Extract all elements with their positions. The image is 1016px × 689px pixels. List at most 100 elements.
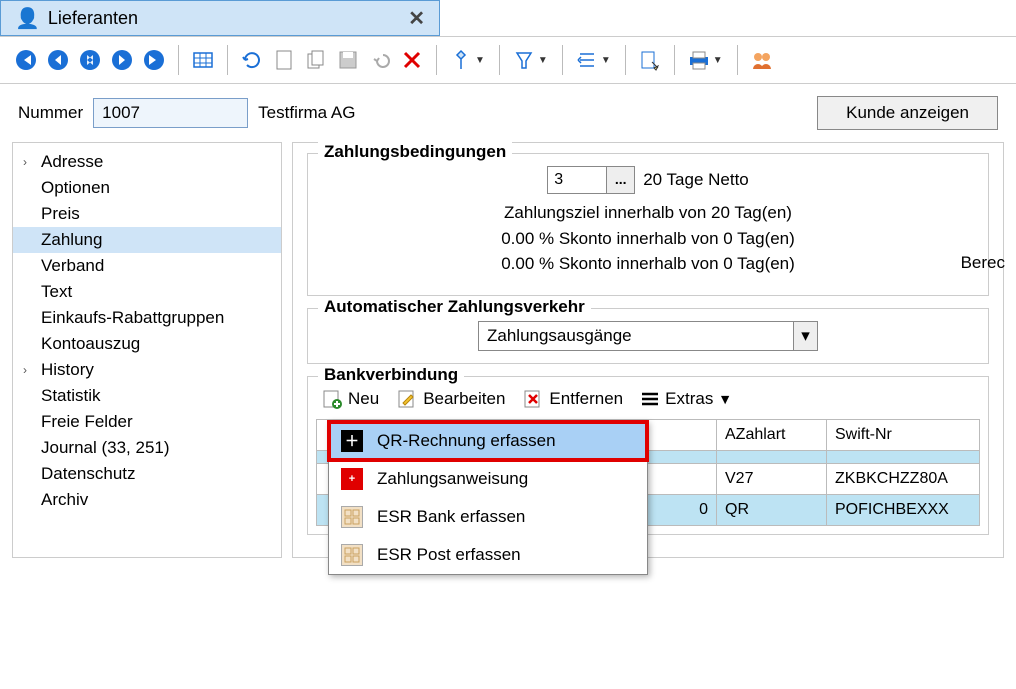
chevron-down-icon: ▾: [793, 322, 817, 350]
save-icon[interactable]: [334, 46, 362, 74]
refresh-icon[interactable]: [238, 46, 266, 74]
number-label: Nummer: [18, 103, 83, 123]
partial-text: Berec: [961, 253, 1005, 273]
nav-last-icon[interactable]: [140, 46, 168, 74]
dropdown-icon[interactable]: ▼: [601, 55, 611, 66]
new-dropdown-menu: ＋QR-Rechnung erfassen+Zahlungsanweisung E…: [328, 421, 648, 575]
chevron-right-icon: ›: [23, 155, 27, 169]
dropdown-icon[interactable]: ▼: [538, 55, 548, 66]
sidebar-item-label: Statistik: [41, 386, 101, 406]
indent-icon[interactable]: [573, 46, 601, 74]
print-icon[interactable]: [685, 46, 713, 74]
bank-extras-button[interactable]: Extras ▼: [641, 389, 732, 409]
show-customer-button[interactable]: Kunde anzeigen: [817, 96, 998, 130]
lookup-button[interactable]: ...: [607, 166, 635, 194]
table-cell: V27: [717, 463, 827, 494]
menu-item-qr-rechnung-erfassen[interactable]: ＋QR-Rechnung erfassen: [329, 422, 647, 460]
auto-payment-title: Automatischer Zahlungsverkehr: [318, 297, 591, 317]
menu-item-label: ESR Bank erfassen: [377, 507, 525, 527]
number-input[interactable]: [93, 98, 248, 128]
new-doc-icon[interactable]: [270, 46, 298, 74]
separator: [227, 45, 228, 75]
payment-terms-title: Zahlungsbedingungen: [318, 142, 512, 162]
sidebar-item-label: Datenschutz: [41, 464, 136, 484]
window-tab: 👤 Lieferanten ✕: [0, 0, 440, 36]
sidebar-item-kontoauszug[interactable]: Kontoauszug: [13, 331, 281, 357]
menu-item-esr-bank-erfassen[interactable]: ESR Bank erfassen: [329, 498, 647, 536]
nav-updown-icon[interactable]: [76, 46, 104, 74]
sidebar-item-text[interactable]: Text: [13, 279, 281, 305]
sidebar-item-datenschutz[interactable]: Datenschutz: [13, 461, 281, 487]
payment-direction-select[interactable]: Zahlungsausgänge ▾: [478, 321, 818, 351]
bank-edit-label: Bearbeiten: [423, 389, 505, 409]
bank-remove-label: Entfernen: [549, 389, 623, 409]
table-cell: POFICHBEXXX: [827, 494, 980, 525]
menu-item-esr-post-erfassen[interactable]: ESR Post erfassen: [329, 536, 647, 574]
sidebar-item-label: Preis: [41, 204, 80, 224]
sidebar-item-statistik[interactable]: Statistik: [13, 383, 281, 409]
table-cell: ZKBKCHZZ80A: [827, 463, 980, 494]
sidebar-item-einkaufs-rabattgruppen[interactable]: Einkaufs-Rabattgruppen: [13, 305, 281, 331]
payment-code-input[interactable]: [547, 166, 607, 194]
sidebar-item-label: Zahlung: [41, 230, 102, 250]
sidebar-item-label: Verband: [41, 256, 104, 276]
separator: [737, 45, 738, 75]
undo-icon[interactable]: [366, 46, 394, 74]
sidebar-item-archiv[interactable]: Archiv: [13, 487, 281, 513]
table-cell: [827, 450, 980, 463]
sidebar-item-optionen[interactable]: Optionen: [13, 175, 281, 201]
separator: [625, 45, 626, 75]
company-name: Testfirma AG: [258, 103, 355, 123]
bank-new-button[interactable]: Neu: [322, 389, 379, 409]
nav-first-icon[interactable]: [12, 46, 40, 74]
window-title: Lieferanten: [48, 8, 138, 29]
close-icon[interactable]: ✕: [408, 6, 425, 31]
main-panel: Zahlungsbedingungen ... 20 Tage Netto Za…: [292, 142, 1004, 558]
separator: [178, 45, 179, 75]
sidebar-item-verband[interactable]: Verband: [13, 253, 281, 279]
copy-icon[interactable]: [302, 46, 330, 74]
sidebar-item-label: Einkaufs-Rabattgruppen: [41, 308, 224, 328]
payment-line3: 0.00 % Skonto innerhalb von 0 Tag(en): [320, 251, 976, 277]
auto-payment-group: Automatischer Zahlungsverkehr Zahlungsau…: [307, 308, 989, 364]
sidebar-item-zahlung[interactable]: Zahlung: [13, 227, 281, 253]
delete-icon[interactable]: [398, 46, 426, 74]
sidebar-item-adresse[interactable]: › Adresse: [13, 149, 281, 175]
col-azahlart[interactable]: AZahlart: [717, 419, 827, 450]
sidebar-item-label: Optionen: [41, 178, 110, 198]
people-icon[interactable]: [748, 46, 776, 74]
sidebar-item-label: Freie Felder: [41, 412, 133, 432]
sidebar-item-freie-felder[interactable]: Freie Felder: [13, 409, 281, 435]
payment-terms-group: Zahlungsbedingungen ... 20 Tage Netto Za…: [307, 153, 989, 296]
bank-new-label: Neu: [348, 389, 379, 409]
menu-item-label: QR-Rechnung erfassen: [377, 431, 556, 451]
bank-remove-button[interactable]: Entfernen: [523, 389, 623, 409]
filter-icon[interactable]: [510, 46, 538, 74]
sidebar-item-label: Adresse: [41, 152, 103, 172]
cursor-doc-icon[interactable]: [636, 46, 664, 74]
grid-icon: [341, 506, 363, 528]
main-toolbar: ▼ ▼ ▼ ▼: [0, 36, 1016, 84]
payment-line2: 0.00 % Skonto innerhalb von 0 Tag(en): [320, 226, 976, 252]
payment-direction-value: Zahlungsausgänge: [487, 326, 632, 346]
dropdown-icon[interactable]: ▼: [475, 55, 485, 66]
sidebar-item-preis[interactable]: Preis: [13, 201, 281, 227]
nav-next-icon[interactable]: [108, 46, 136, 74]
col-swift[interactable]: Swift-Nr: [827, 419, 980, 450]
sidebar-item-history[interactable]: ›History: [13, 357, 281, 383]
chevron-right-icon: ›: [23, 363, 27, 377]
separator: [674, 45, 675, 75]
payment-line1: Zahlungsziel innerhalb von 20 Tag(en): [320, 200, 976, 226]
separator: [499, 45, 500, 75]
sidebar-item-label: Text: [41, 282, 72, 302]
grid-icon[interactable]: [189, 46, 217, 74]
menu-item-zahlungsanweisung[interactable]: +Zahlungsanweisung: [329, 460, 647, 498]
sidebar-item-journal-[interactable]: Journal (33, 251): [13, 435, 281, 461]
payment-term-name: 20 Tage Netto: [643, 170, 749, 190]
bank-group: Bankverbindung Neu Bearbeiten Entfernen …: [307, 376, 989, 535]
pin-icon[interactable]: [447, 46, 475, 74]
nav-prev-icon[interactable]: [44, 46, 72, 74]
dropdown-icon[interactable]: ▼: [713, 55, 723, 66]
bank-toolbar: Neu Bearbeiten Entfernen Extras ▼ ＋QR-Re…: [316, 385, 980, 413]
bank-edit-button[interactable]: Bearbeiten: [397, 389, 505, 409]
